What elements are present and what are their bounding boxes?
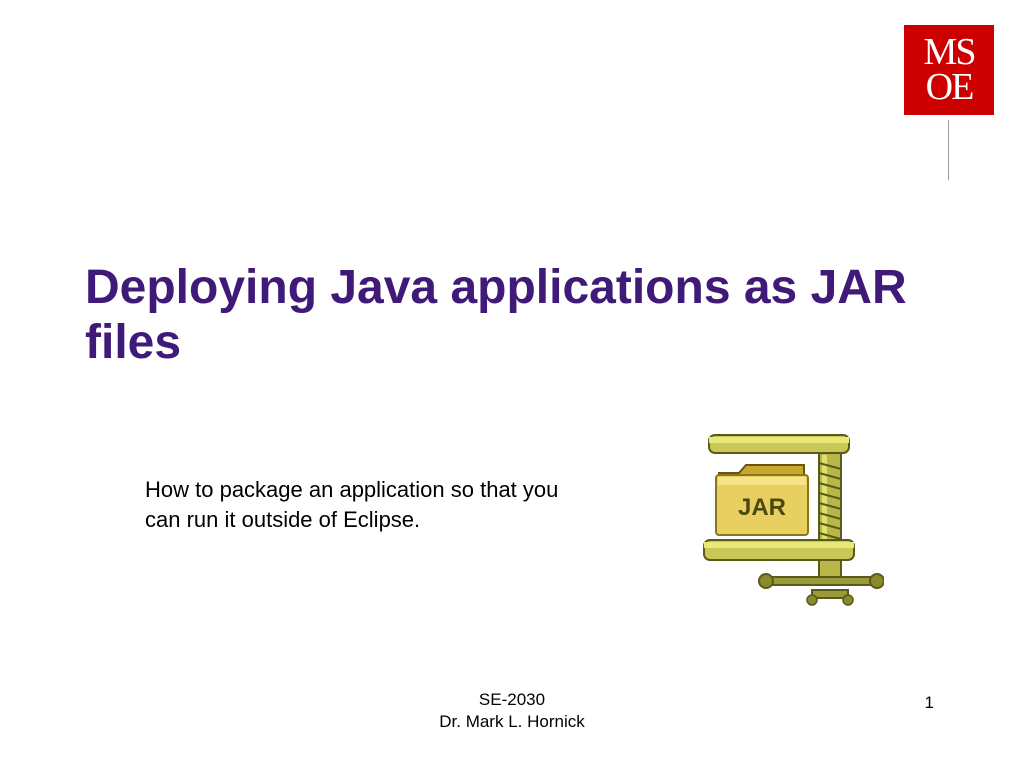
jar-folder-label: JAR <box>738 494 786 521</box>
logo-text-line2: OE <box>926 70 973 105</box>
footer-page-number: 1 <box>925 693 934 713</box>
footer-course: SE-2030 <box>439 689 584 711</box>
jar-vise-icon: JAR <box>664 425 884 615</box>
logo-container: MS OE <box>904 25 994 115</box>
logo-text-line1: MS <box>924 35 975 70</box>
footer-author: Dr. Mark L. Hornick <box>439 711 584 733</box>
slide-subtitle: How to package an application so that yo… <box>145 475 565 534</box>
slide-title: Deploying Java applications as JAR files <box>85 260 964 370</box>
footer-center: SE-2030 Dr. Mark L. Hornick <box>439 689 584 733</box>
slide-footer: SE-2030 Dr. Mark L. Hornick <box>0 689 1024 733</box>
msoe-logo: MS OE <box>904 25 994 115</box>
logo-divider <box>948 120 949 180</box>
